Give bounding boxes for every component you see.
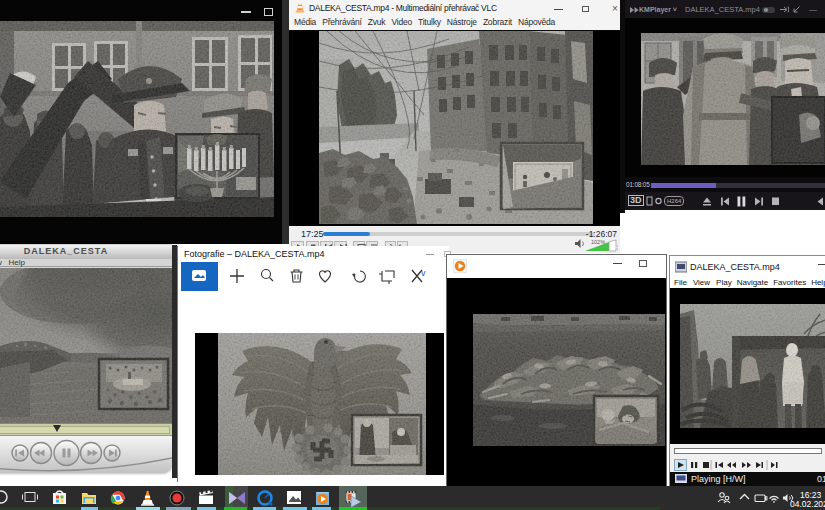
svg-text:102%: 102% <box>591 239 605 245</box>
